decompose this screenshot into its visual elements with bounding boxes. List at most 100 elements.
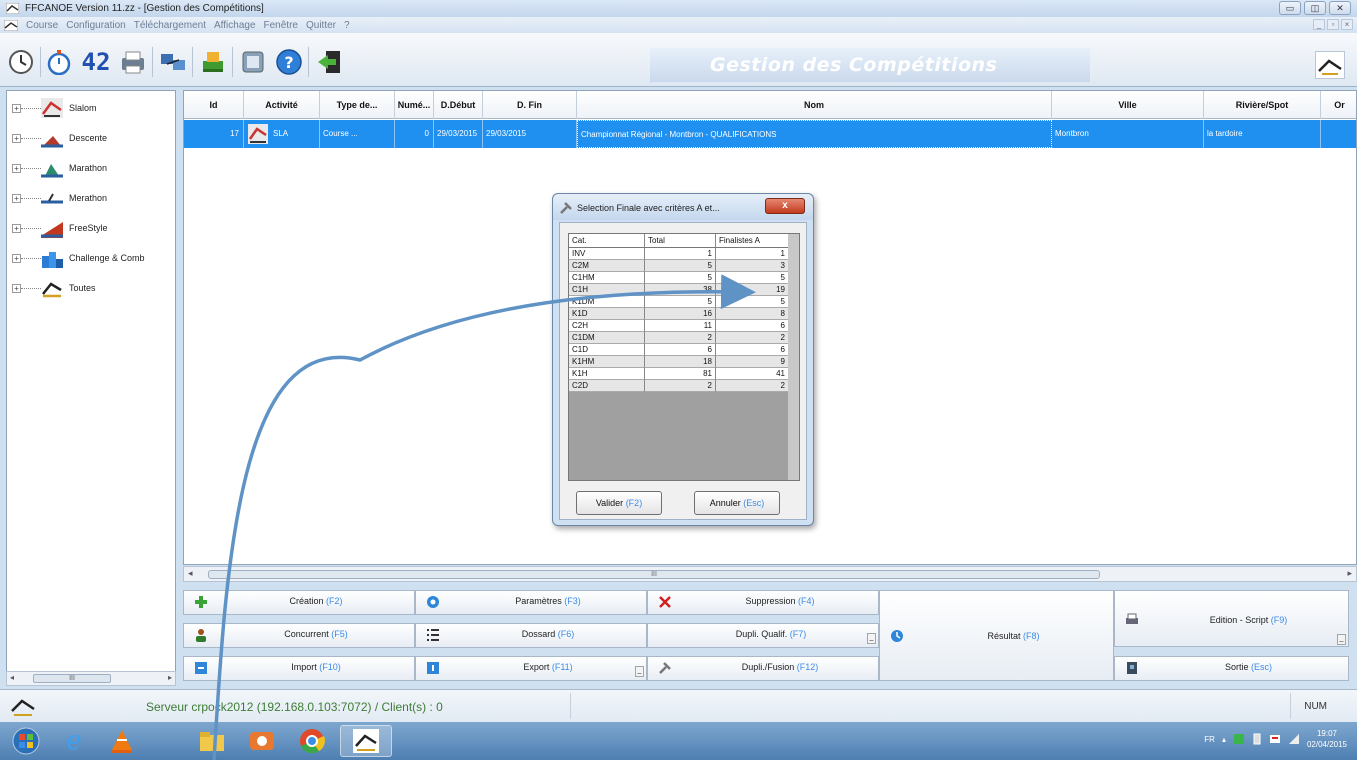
tray-expand-icon[interactable]: ▴ [1222, 735, 1226, 744]
battery-icon[interactable] [1252, 733, 1262, 745]
scroll-right-icon[interactable]: ▸ [168, 673, 172, 682]
resultat-button[interactable]: Résultat (F8) [879, 590, 1114, 681]
column-header-type[interactable]: Type de... [320, 91, 395, 119]
mdi-restore-button[interactable]: ▫ [1327, 19, 1339, 30]
scroll-thumb[interactable]: III [208, 570, 1100, 579]
minimize-button[interactable]: ▭ [1279, 1, 1301, 15]
column-header-finalistes[interactable]: Finalistes A [716, 234, 789, 248]
expand-icon[interactable]: + [12, 223, 21, 233]
dialog-close-button[interactable]: x [765, 198, 805, 214]
valider-button[interactable]: Valider (F2) [576, 491, 662, 515]
network-flag-icon[interactable] [1269, 733, 1281, 745]
column-header-activite[interactable]: Activité [244, 91, 320, 119]
expand-icon[interactable]: + [12, 163, 21, 173]
column-header-id[interactable]: Id [184, 91, 244, 119]
scroll-left-icon[interactable]: ◂ [10, 673, 14, 682]
action-center-icon[interactable] [1233, 733, 1245, 745]
scroll-left-icon[interactable]: ◂ [188, 568, 193, 579]
clock[interactable]: 19:07 02/04/2015 [1307, 728, 1347, 750]
table-row[interactable]: C1D 6 6 [569, 344, 789, 356]
tree-item-descente[interactable]: + Descente [7, 123, 177, 153]
annuler-button[interactable]: Annuler (Esc) [694, 491, 780, 515]
table-row[interactable]: C1H 38 19 [569, 284, 789, 296]
close-window-button[interactable]: ✕ [1329, 1, 1351, 15]
column-header-or[interactable]: Or [1321, 91, 1356, 119]
export-button[interactable]: Export (F11) _ [415, 656, 647, 681]
dupli-qualif-dropdown[interactable]: _ [867, 633, 876, 644]
restore-button[interactable]: ◫ [1304, 1, 1326, 15]
settings-panel-icon[interactable] [236, 47, 270, 77]
parametres-button[interactable]: Paramètres (F3) [415, 590, 647, 615]
stopwatch-icon[interactable] [42, 47, 76, 77]
menu-telechargement[interactable]: Téléchargement [130, 20, 210, 31]
column-header-total[interactable]: Total [645, 234, 716, 248]
suppression-button[interactable]: Suppression (F4) [647, 590, 879, 615]
scroll-thumb[interactable]: III [33, 674, 111, 683]
menu-configuration[interactable]: Configuration [62, 20, 129, 31]
sortie-button[interactable]: Sortie (Esc) [1114, 656, 1349, 681]
column-header-fin[interactable]: D. Fin [483, 91, 577, 119]
creation-button[interactable]: Création (F2) [183, 590, 415, 615]
start-button[interactable] [4, 725, 48, 757]
internet-explorer-icon[interactable]: e [52, 725, 96, 757]
menu-affichage[interactable]: Affichage [210, 20, 260, 31]
tree-item-challenge[interactable]: + Challenge & Comb [7, 243, 177, 273]
grid-horizontal-scrollbar[interactable]: ◂ III ▸ [183, 566, 1357, 582]
file-explorer-icon[interactable] [190, 725, 234, 757]
media-app-icon[interactable] [240, 725, 284, 757]
exit-icon[interactable] [312, 47, 346, 77]
table-row[interactable]: K1HM 18 9 [569, 356, 789, 368]
expand-icon[interactable]: + [12, 103, 21, 113]
column-header-debut[interactable]: D.Début [434, 91, 483, 119]
column-header-cat[interactable]: Cat. [569, 234, 645, 248]
export-dropdown[interactable]: _ [635, 666, 644, 677]
expand-icon[interactable]: + [12, 133, 21, 143]
column-header-nom[interactable]: Nom [577, 91, 1052, 119]
import-button[interactable]: Import (F10) [183, 656, 415, 681]
dialog-titlebar[interactable]: Selection Finale avec critères A et... x [553, 194, 813, 220]
mdi-minimize-button[interactable]: _ [1313, 19, 1325, 30]
chrono-display-icon[interactable]: 42 [76, 47, 116, 77]
inbox-icon[interactable] [196, 47, 230, 77]
table-row[interactable]: INV 1 1 [569, 248, 789, 260]
table-vertical-scrollbar[interactable] [788, 234, 799, 480]
table-row[interactable]: C1HM 5 5 [569, 272, 789, 284]
tree-item-marathon[interactable]: + Marathon [7, 153, 177, 183]
dupli-fusion-button[interactable]: Dupli./Fusion (F12) [647, 656, 879, 681]
menu-help[interactable]: ? [340, 20, 354, 31]
help-icon[interactable]: ? [272, 47, 306, 77]
column-header-riviere[interactable]: Rivière/Spot [1204, 91, 1321, 119]
table-row[interactable]: K1D 16 8 [569, 308, 789, 320]
menu-course[interactable]: Course [22, 20, 62, 31]
tree-item-merathon[interactable]: + Merathon [7, 183, 177, 213]
scroll-right-icon[interactable]: ▸ [1347, 568, 1352, 579]
chrome-icon[interactable] [290, 725, 334, 757]
network-icon[interactable] [156, 47, 190, 77]
expand-icon[interactable]: + [12, 193, 21, 203]
tree-item-toutes[interactable]: + Toutes [7, 273, 177, 303]
dossard-button[interactable]: Dossard (F6) [415, 623, 647, 648]
edition-button[interactable]: Edition - Script (F9) _ [1114, 590, 1349, 647]
table-row[interactable]: K1H 81 41 [569, 368, 789, 380]
mdi-close-button[interactable]: × [1341, 19, 1353, 30]
tree-item-freestyle[interactable]: + FreeStyle [7, 213, 177, 243]
vlc-icon[interactable] [100, 725, 144, 757]
table-row[interactable]: C2M 5 3 [569, 260, 789, 272]
menu-quitter[interactable]: Quitter [302, 20, 340, 31]
column-header-numero[interactable]: Numé... [395, 91, 434, 119]
language-indicator[interactable]: FR [1204, 735, 1215, 744]
dupli-qualif-button[interactable]: Dupli. Qualif. (F7) _ [647, 623, 879, 648]
table-row[interactable]: 17 SLA Course ... 0 29/03/2015 29/03/201… [184, 120, 1356, 148]
clock-icon[interactable] [4, 47, 38, 77]
concurrent-button[interactable]: Concurrent (F5) [183, 623, 415, 648]
expand-icon[interactable]: + [12, 283, 21, 293]
signal-icon[interactable] [1288, 733, 1300, 745]
menu-fenetre[interactable]: Fenêtre [260, 20, 302, 31]
tree-horizontal-scrollbar[interactable]: ◂ III ▸ [6, 671, 176, 686]
table-row[interactable]: C2H 11 6 [569, 320, 789, 332]
column-header-ville[interactable]: Ville [1052, 91, 1204, 119]
printer-icon[interactable] [116, 47, 150, 77]
edition-dropdown[interactable]: _ [1337, 634, 1346, 645]
table-row[interactable]: C1DM 2 2 [569, 332, 789, 344]
table-row[interactable]: K1DM 5 5 [569, 296, 789, 308]
